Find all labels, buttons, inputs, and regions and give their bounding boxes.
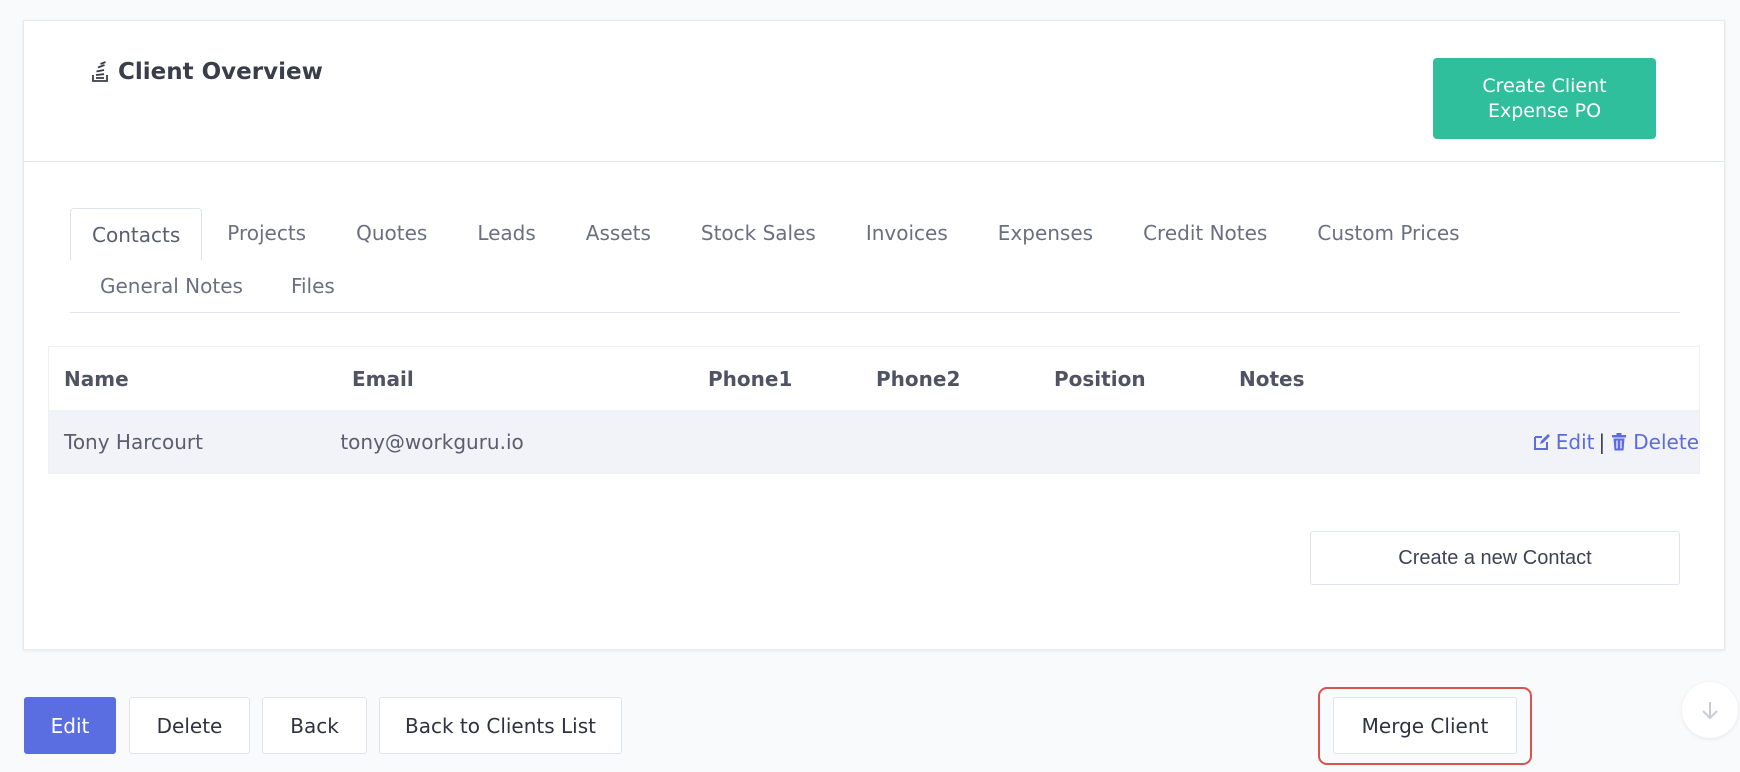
- action-separator: |: [1598, 429, 1606, 454]
- tab-invoices[interactable]: Invoices: [841, 207, 973, 260]
- tab-general-notes[interactable]: General Notes: [70, 260, 269, 312]
- row-actions: Edit | Delete: [1532, 430, 1699, 454]
- tab-stock-sales[interactable]: Stock Sales: [676, 207, 841, 260]
- cell-email: tony@workguru.io: [340, 429, 524, 454]
- column-header-phone1: Phone1: [708, 366, 793, 391]
- delete-contact-link[interactable]: Delete: [1609, 430, 1699, 454]
- edit-contact-link[interactable]: Edit: [1532, 430, 1595, 454]
- tab-row-2: General Notes Files: [70, 260, 1680, 312]
- client-overview-card: Client Overview Create Client Expense PO…: [23, 20, 1725, 650]
- page-title: Client Overview: [90, 59, 323, 85]
- table-header-row: Name Email Phone1 Phone2 Position Notes: [49, 347, 1699, 410]
- stack-overflow-icon: [92, 61, 108, 82]
- tab-assets[interactable]: Assets: [561, 207, 676, 260]
- edit-contact-label: Edit: [1555, 429, 1595, 454]
- create-client-expense-po-button[interactable]: Create Client Expense PO: [1433, 58, 1656, 139]
- tab-contacts[interactable]: Contacts: [70, 208, 203, 261]
- tab-row-1: Contacts Projects Quotes Leads Assets St…: [70, 207, 1680, 261]
- page-title-text: Client Overview: [118, 59, 323, 85]
- column-header-email: Email: [352, 366, 414, 391]
- edit-client-button[interactable]: Edit: [24, 697, 116, 754]
- tab-quotes[interactable]: Quotes: [331, 207, 452, 260]
- edit-icon: [1533, 433, 1550, 450]
- column-header-name: Name: [64, 366, 129, 391]
- client-tabs: Contacts Projects Quotes Leads Assets St…: [70, 207, 1680, 313]
- column-header-phone2: Phone2: [876, 366, 961, 391]
- tab-projects[interactable]: Projects: [202, 207, 331, 260]
- back-button[interactable]: Back: [262, 697, 367, 754]
- scroll-down-button[interactable]: [1682, 682, 1738, 738]
- tab-files[interactable]: Files: [269, 260, 361, 312]
- tab-leads[interactable]: Leads: [452, 207, 560, 260]
- column-header-position: Position: [1054, 366, 1146, 391]
- contacts-table: Name Email Phone1 Phone2 Position Notes …: [48, 346, 1700, 474]
- trash-icon: [1612, 432, 1627, 450]
- back-to-clients-list-button[interactable]: Back to Clients List: [379, 697, 622, 754]
- arrow-down-icon: [1702, 702, 1718, 720]
- cell-name: Tony Harcourt: [64, 429, 203, 454]
- tab-expenses[interactable]: Expenses: [973, 207, 1118, 260]
- tab-custom-prices[interactable]: Custom Prices: [1292, 207, 1484, 260]
- table-row: Tony Harcourt tony@workguru.io Edit | De…: [49, 410, 1699, 473]
- card-header: Client Overview Create Client Expense PO: [24, 21, 1724, 162]
- cell-actions: Edit | Delete: [1532, 430, 1699, 454]
- tab-credit-notes[interactable]: Credit Notes: [1118, 207, 1292, 260]
- delete-client-button[interactable]: Delete: [129, 697, 250, 754]
- delete-contact-label: Delete: [1633, 429, 1699, 454]
- merge-client-button[interactable]: Merge Client: [1333, 697, 1517, 754]
- create-new-contact-button[interactable]: Create a new Contact: [1310, 531, 1680, 585]
- column-header-notes: Notes: [1239, 366, 1305, 391]
